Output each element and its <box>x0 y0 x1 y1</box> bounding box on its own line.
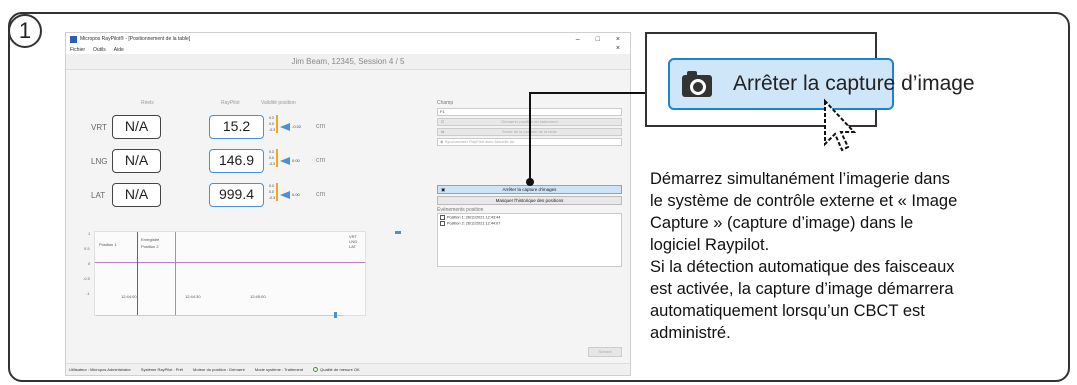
instruction-line: Démarrez simultanément l’imagerie dans <box>650 170 950 188</box>
instruction-line: Capture » (capture d’image) dans le <box>650 214 914 232</box>
instruction-line: est activée, la capture d’image démarrer… <box>650 280 954 298</box>
cursor-icon <box>824 98 857 152</box>
instruction-line: Si la détection automatique des faisceau… <box>650 258 955 276</box>
instruction-line: automatiquement lorsqu’un CBCT est <box>650 302 925 320</box>
instruction-line: le système de contrôle externe et « Imag… <box>650 192 958 210</box>
callout-button-label: Arrêter la capture d’image <box>733 72 975 95</box>
camera-icon <box>682 71 712 97</box>
instruction-line: administré. <box>650 324 731 342</box>
instruction-line: logiciel Raypilot. <box>650 236 770 254</box>
instruction-text: Démarrez simultanément l’imagerie dans l… <box>650 168 1020 344</box>
